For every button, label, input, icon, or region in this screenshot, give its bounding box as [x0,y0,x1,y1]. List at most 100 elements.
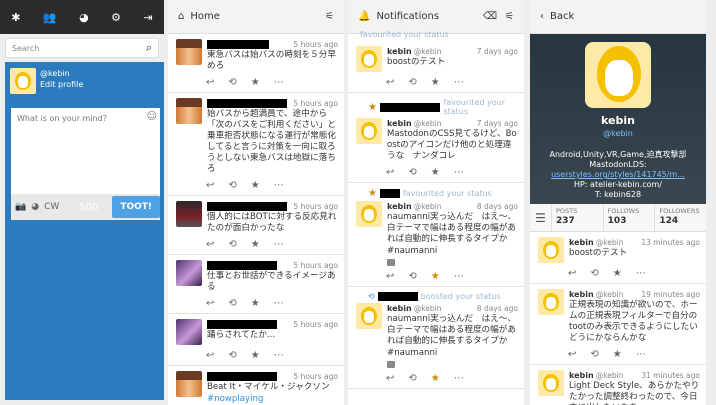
getting-started-icon[interactable]: ✱ [11,11,20,24]
boost-icon[interactable]: ⟲ [590,349,598,360]
avatar[interactable] [538,237,564,263]
star-icon[interactable]: ★ [251,239,260,250]
avatar[interactable] [10,68,36,94]
reply-icon[interactable]: ↩ [206,298,214,309]
reply-icon[interactable]: ↩ [568,268,576,279]
boost-icon[interactable]: ⟲ [228,180,236,191]
avatar[interactable] [176,319,202,345]
home-header[interactable]: ⌂ Home ⚟ [168,0,344,34]
star-icon[interactable]: ★ [251,77,260,88]
boost-icon[interactable]: ⟲ [228,350,236,361]
posts-stat[interactable]: POSTS 237 [552,204,604,231]
redacted-name [207,371,277,381]
avatar[interactable] [538,370,564,396]
status[interactable]: 5 hours ago Beat It・マイケル・ジャクソン #nowplayi… [168,366,344,405]
more-icon[interactable]: ⋯ [454,167,464,178]
avatar[interactable] [176,39,202,65]
more-icon[interactable]: ⋯ [274,239,284,250]
avatar[interactable] [176,371,202,397]
column-settings-icon[interactable]: ⚟ [505,11,514,22]
more-icon[interactable]: ⋯ [454,373,464,384]
toot-button[interactable]: TOOT! [112,196,160,218]
cw-button[interactable]: CW [44,202,59,212]
hashtag-link[interactable]: #naumanni [387,246,518,257]
star-icon[interactable]: ★ [613,349,622,360]
boost-icon[interactable]: ⟲ [228,77,236,88]
more-icon[interactable]: ⋯ [454,77,464,88]
more-icon[interactable]: ⋯ [274,350,284,361]
clear-icon[interactable]: ⌫ [483,11,497,22]
avatar[interactable] [176,260,202,286]
star-icon[interactable]: ★ [431,373,440,384]
star-icon[interactable]: ★ [431,271,440,282]
star-icon[interactable]: ★ [431,77,440,88]
preferences-icon[interactable]: ⚙ [111,11,121,24]
hashtag-link[interactable]: #naumanni [387,348,518,359]
notification[interactable]: ★ favourited your status kebin @kebin 7 day… [348,93,524,183]
status[interactable]: kebin @kebin 7 days ago boostのテスト ↩ ⟲ ★ ⋯ [348,41,524,93]
avatar[interactable] [356,201,382,227]
emoji-icon[interactable]: ☺ [147,111,157,122]
status[interactable]: kebin @kebin 13 minutes ago boostのテスト ↩ ⟲ ★ ⋯ [530,232,706,284]
reply-icon[interactable]: ↩ [386,373,394,384]
status[interactable]: kebin @kebin 31 minutes ago Light Deck Sty… [530,365,706,405]
hp-link[interactable]: HP: atelier-kebin.com/ [530,180,706,190]
local-timeline-icon[interactable]: 👥 [43,11,57,24]
follows-stat[interactable]: FOLLOWS 103 [604,204,656,231]
back-button[interactable]: ‹ Back [530,0,706,34]
camera-icon[interactable]: 📷 [15,202,26,212]
avatar[interactable] [356,118,382,144]
followers-stat[interactable]: FOLLOWERS 124 [655,204,706,231]
star-icon[interactable]: ★ [431,167,440,178]
avatar[interactable] [538,289,564,315]
reply-icon[interactable]: ↩ [386,77,394,88]
reply-icon[interactable]: ↩ [206,239,214,250]
more-icon[interactable]: ⋯ [274,180,284,191]
compose-textarea[interactable]: What is on your mind? ☺ [11,108,160,194]
more-icon[interactable]: ⋯ [454,271,464,282]
column-settings-icon[interactable]: ⚟ [325,11,334,22]
status[interactable]: 5 hours ago 踊らされてたか... ↩ ⟲ ★ ⋯ [168,314,344,366]
boost-icon[interactable]: ⟲ [228,239,236,250]
reply-icon[interactable]: ↩ [206,77,214,88]
globe-icon[interactable]: ◕ [31,202,39,212]
reply-icon[interactable]: ↩ [206,180,214,191]
status[interactable]: 5 hours ago 仕事とお世話ができるイメージある ↩ ⟲ ★ ⋯ [168,255,344,314]
reply-icon[interactable]: ↩ [386,271,394,282]
star-icon[interactable]: ★ [251,298,260,309]
reply-icon[interactable]: ↩ [386,167,394,178]
star-icon[interactable]: ★ [251,180,260,191]
status[interactable]: 5 hours ago 始バスから超満員で、途中から「次のバスをご利用ください」… [168,93,344,196]
menu-icon[interactable]: ☰ [530,204,552,231]
boost-icon[interactable]: ⟲ [408,373,416,384]
boost-icon[interactable]: ⟲ [408,77,416,88]
federated-timeline-icon[interactable]: ◕ [79,11,89,24]
more-icon[interactable]: ⋯ [274,77,284,88]
edit-profile-link[interactable]: Edit profile [40,79,83,90]
notification[interactable]: ★ favourited your status kebin @kebin 8 day… [348,183,524,287]
hashtag-link[interactable]: #nowplaying [207,394,338,405]
boost-icon[interactable]: ⟲ [228,298,236,309]
avatar[interactable] [176,98,202,124]
reply-icon[interactable]: ↩ [568,349,576,360]
avatar[interactable] [356,46,382,72]
reply-icon[interactable]: ↩ [206,350,214,361]
notification[interactable]: ⟲ boosted your status kebin @kebin 8 days a… [348,287,524,389]
search-input[interactable]: Search ⌕ [5,38,159,58]
avatar[interactable] [176,201,202,227]
status[interactable]: 5 hours ago 東急バスは始バスの時刻を５分早めろ ↩ ⟲ ★ ⋯ [168,34,344,93]
status[interactable]: kebin @kebin 19 minutes ago 正規表現の知識が欲いので、ホ… [530,284,706,365]
status[interactable]: 5 hours ago 個人的にはBOTに対する反応見れたのが面白かったな ↩ ⟲… [168,196,344,255]
logout-icon[interactable]: ⇥ [144,11,153,24]
star-icon[interactable]: ★ [613,268,622,279]
boost-icon[interactable]: ⟲ [408,271,416,282]
profile-avatar[interactable] [585,42,651,108]
boost-icon[interactable]: ⟲ [408,167,416,178]
note-link[interactable]: userstyles.org/styles/141745/m... [530,170,706,180]
boost-icon[interactable]: ⟲ [590,268,598,279]
more-icon[interactable]: ⋯ [274,298,284,309]
star-icon[interactable]: ★ [251,350,260,361]
avatar[interactable] [356,303,382,329]
more-icon[interactable]: ⋯ [636,349,646,360]
more-icon[interactable]: ⋯ [636,268,646,279]
